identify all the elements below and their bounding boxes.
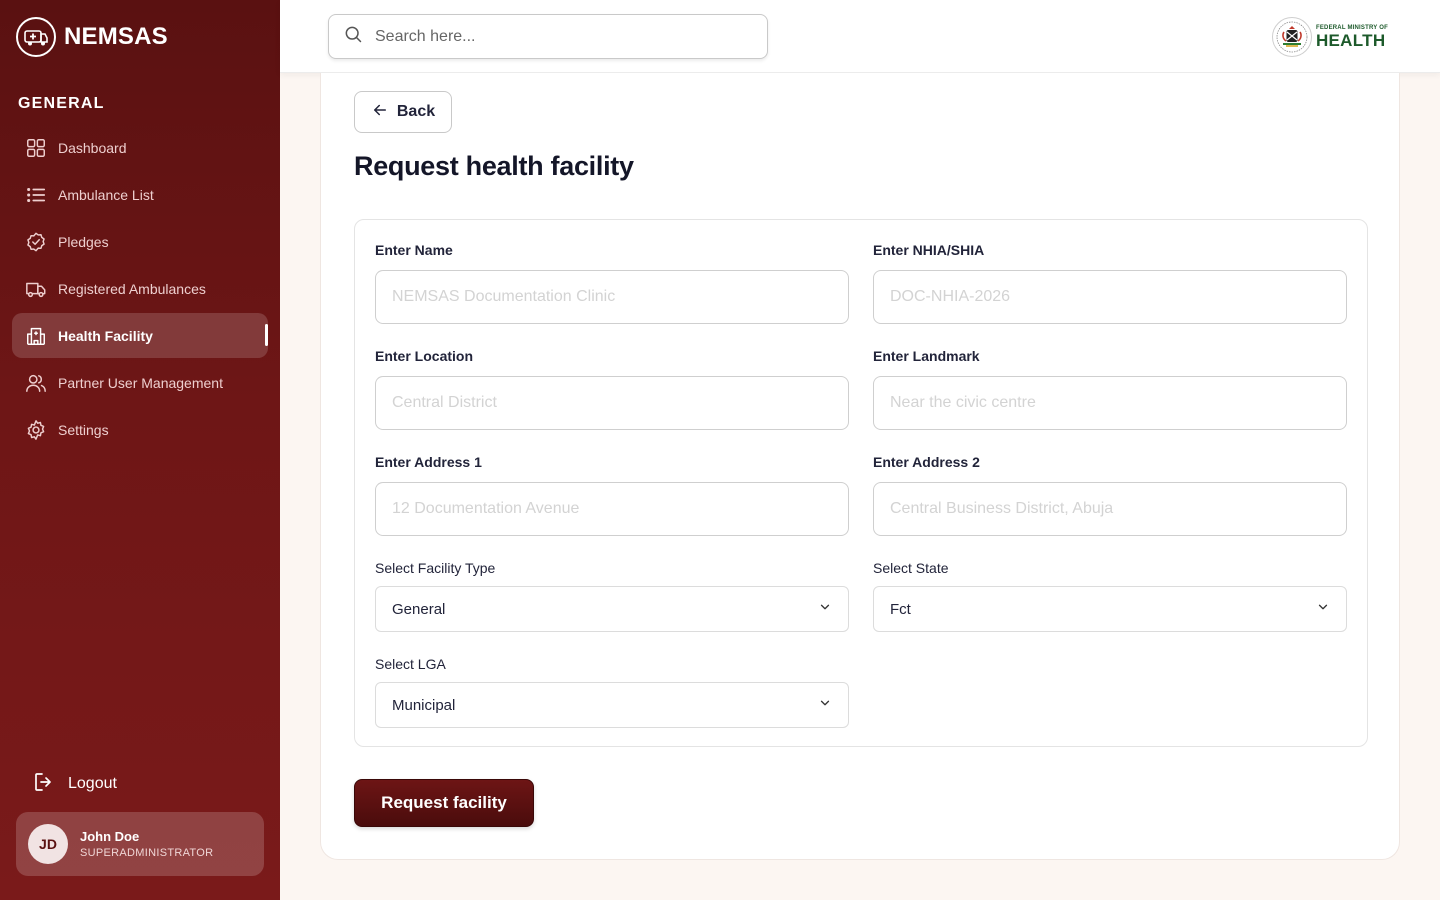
main-card: Back Request health facility Enter Name … [320, 73, 1400, 860]
lga-label: Select LGA [375, 656, 446, 672]
users-icon [24, 371, 48, 395]
facility-type-field-group: Select Facility Type General [375, 560, 849, 632]
address1-input[interactable] [375, 482, 849, 536]
sidebar-nav: Dashboard Ambulance List Pledges Registe… [12, 125, 268, 454]
nav-section-label: GENERAL [18, 95, 105, 112]
address2-label: Enter Address 2 [873, 454, 980, 470]
name-label: Enter Name [375, 242, 453, 258]
address2-input[interactable] [873, 482, 1347, 536]
sidebar-item-label: Dashboard [58, 139, 127, 156]
ministry-logo: FEDERAL MINISTRY OF HEALTH [1271, 16, 1388, 58]
avatar: JD [28, 824, 68, 864]
sidebar-item-label: Ambulance List [58, 186, 154, 203]
name-input[interactable] [375, 270, 849, 324]
search-input[interactable] [375, 27, 755, 46]
coat-of-arms-icon [1271, 17, 1312, 57]
back-label: Back [396, 103, 436, 120]
sidebar-item-label: Registered Ambulances [58, 280, 206, 297]
address1-field-group: Enter Address 1 [375, 454, 849, 536]
location-input[interactable] [375, 376, 849, 430]
landmark-label: Enter Landmark [873, 348, 980, 364]
chevron-down-icon [1316, 600, 1330, 618]
facility-type-select[interactable]: General [375, 586, 849, 632]
nhia-field-group: Enter NHIA/SHIA [873, 242, 1347, 324]
nemsas-logo-icon [16, 17, 56, 57]
brand-name: NEMSAS [64, 23, 168, 50]
sidebar-item-label: Partner User Management [58, 374, 223, 391]
user-card[interactable]: JD John Doe SUPERADMINISTRATOR [16, 812, 264, 876]
arrow-left-icon [371, 101, 389, 124]
logout-label: Logout [68, 775, 117, 792]
user-role: SUPERADMINISTRATOR [80, 847, 214, 859]
address1-label: Enter Address 1 [375, 454, 482, 470]
page-title: Request health facility [354, 151, 634, 181]
sidebar: NEMSAS GENERAL Dashboard Ambulance List [0, 0, 280, 900]
sidebar-item-ambulance-list[interactable]: Ambulance List [12, 172, 268, 217]
user-name: John Doe [80, 829, 140, 844]
sidebar-item-health-facility[interactable]: Health Facility [12, 313, 268, 358]
brand[interactable]: NEMSAS [16, 16, 168, 58]
facility-type-label: Select Facility Type [375, 560, 496, 576]
sidebar-item-settings[interactable]: Settings [12, 407, 268, 452]
chevron-down-icon [818, 600, 832, 618]
logout-button[interactable]: Logout [32, 770, 117, 798]
list-icon [24, 183, 48, 207]
sidebar-item-label: Settings [58, 421, 109, 438]
nhia-input[interactable] [873, 270, 1347, 324]
landmark-field-group: Enter Landmark [873, 348, 1347, 430]
state-field-group: Select State Fct [873, 560, 1347, 632]
gear-icon [24, 418, 48, 442]
search-icon [343, 24, 363, 49]
badge-check-icon [24, 230, 48, 254]
facility-form: Enter Name Enter NHIA/SHIA Enter Locatio… [354, 219, 1368, 747]
state-value: Fct [890, 600, 911, 618]
nhia-label: Enter NHIA/SHIA [873, 242, 985, 258]
sidebar-item-label: Pledges [58, 233, 109, 250]
chevron-down-icon [818, 696, 832, 714]
location-label: Enter Location [375, 348, 474, 364]
lga-value: Municipal [392, 696, 456, 714]
back-button[interactable]: Back [354, 91, 452, 133]
lga-select[interactable]: Municipal [375, 682, 849, 728]
truck-icon [24, 277, 48, 301]
state-label: Select State [873, 560, 949, 576]
user-info: John Doe SUPERADMINISTRATOR [80, 829, 213, 859]
sidebar-item-pledges[interactable]: Pledges [12, 219, 268, 264]
search-box[interactable] [328, 14, 768, 59]
logout-icon [32, 770, 56, 799]
state-select[interactable]: Fct [873, 586, 1347, 632]
request-facility-button[interactable]: Request facility [354, 779, 534, 827]
sidebar-item-registered-ambulances[interactable]: Registered Ambulances [12, 266, 268, 311]
landmark-input[interactable] [873, 376, 1347, 430]
location-field-group: Enter Location [375, 348, 849, 430]
name-field-group: Enter Name [375, 242, 849, 324]
topbar: FEDERAL MINISTRY OF HEALTH [280, 0, 1440, 73]
facility-type-value: General [392, 600, 446, 618]
dashboard-grid-icon [24, 136, 48, 160]
sidebar-item-dashboard[interactable]: Dashboard [12, 125, 268, 170]
address2-field-group: Enter Address 2 [873, 454, 1347, 536]
sidebar-item-partner-user-management[interactable]: Partner User Management [12, 360, 268, 405]
lga-field-group: Select LGA Municipal [375, 656, 849, 728]
ministry-text: FEDERAL MINISTRY OF HEALTH [1316, 25, 1388, 49]
hospital-icon [24, 324, 48, 348]
ministry-title: HEALTH [1315, 31, 1386, 50]
sidebar-item-label: Health Facility [58, 327, 153, 344]
